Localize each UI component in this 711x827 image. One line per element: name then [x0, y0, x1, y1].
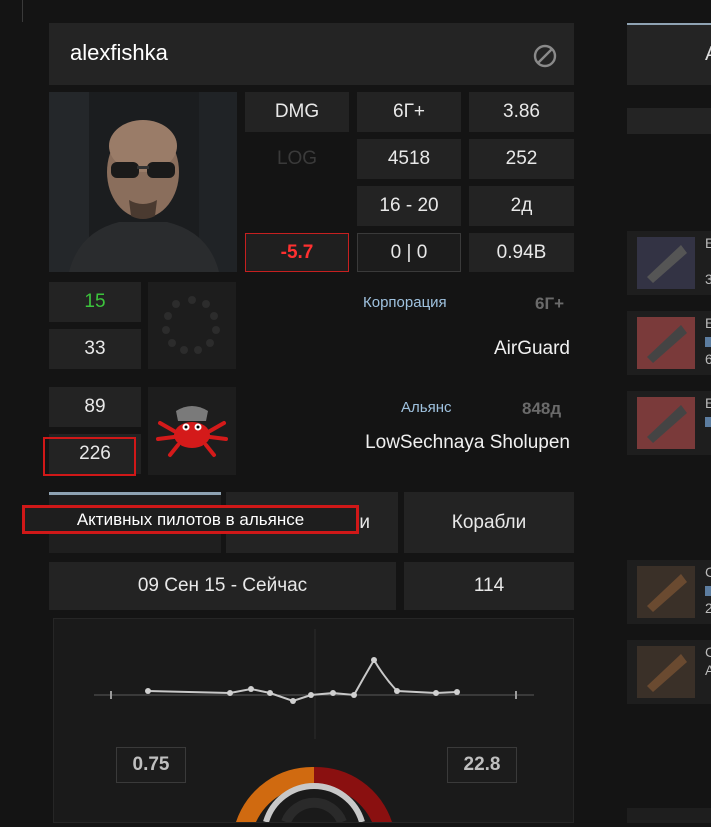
right-item-tag — [705, 417, 711, 427]
alliance-age: 848д — [522, 399, 562, 418]
right-panel-header[interactable]: А — [627, 23, 711, 85]
right-item-sub: А — [705, 662, 711, 678]
right-item-letter: С — [705, 564, 711, 580]
pilot-name[interactable]: alexfishka — [70, 40, 168, 66]
right-item-letter: Е — [705, 315, 711, 331]
corporation-age: 6Г+ — [535, 294, 565, 313]
right-list-item[interactable]: С А — [627, 640, 711, 704]
count-mid: 33 — [49, 329, 141, 369]
delta-value: -5.7 — [245, 233, 349, 272]
period-count: 114 — [404, 562, 574, 610]
corporation-label: Корпорация — [363, 294, 447, 311]
activity-line-chart — [94, 629, 534, 825]
duration-value: 2д — [469, 186, 574, 226]
right-item-tag — [705, 337, 711, 347]
right-list-item[interactable]: Е — [627, 391, 711, 455]
alliance-count-a: 89 — [49, 387, 141, 427]
ship-thumbnail — [637, 237, 695, 289]
period-range: 09 Сен 15 - Сейчас — [49, 562, 396, 610]
right-item-sub: 2 — [705, 600, 711, 616]
corporation-logo[interactable] — [148, 282, 236, 369]
corporation-name[interactable]: AirGuard — [494, 338, 570, 360]
ship-thumbnail — [637, 566, 695, 618]
ship-thumbnail — [637, 397, 695, 449]
log-count: 252 — [469, 139, 574, 179]
isk-value: 0.94B — [469, 233, 574, 272]
right-item-letter: Е — [705, 235, 711, 251]
right-item-letter: Е — [705, 395, 711, 411]
ship-thumbnail — [637, 317, 695, 369]
highlight-box — [43, 437, 136, 476]
right-item-sub: 3 — [705, 271, 711, 287]
right-list-item[interactable]: Е 3 — [627, 231, 711, 295]
pilot-portrait[interactable] — [49, 92, 237, 272]
dmg-ratio: 3.86 — [469, 92, 574, 132]
tab-active-indicator — [49, 492, 221, 495]
alliance-name[interactable]: LowSechnaya Sholupen — [365, 432, 570, 454]
ship-thumbnail — [637, 646, 695, 698]
dmg-label: DMG — [245, 92, 349, 132]
dmg-value: 6Г+ — [357, 92, 461, 132]
log-value: 4518 — [357, 139, 461, 179]
right-panel-bar — [627, 108, 711, 134]
graph-right-value: 22.8 — [447, 747, 517, 783]
count-top: 15 — [49, 282, 141, 322]
alliance-logo[interactable] — [148, 387, 236, 475]
kills-losses: 0 | 0 — [357, 233, 461, 272]
alliance-label: Альянс — [401, 399, 452, 416]
right-item-sub: 6 — [705, 351, 711, 367]
ban-icon[interactable] — [533, 44, 557, 68]
top-divider — [22, 0, 23, 22]
log-label: LOG — [276, 148, 318, 169]
right-item-tag — [705, 586, 711, 596]
active-pilots-tooltip: Активных пилотов в альянсе — [22, 505, 359, 534]
right-list-item[interactable]: Е 6 — [627, 311, 711, 375]
right-item-letter: С — [705, 644, 711, 660]
activity-graph: 0.75 22.8 — [53, 618, 574, 825]
tab-ships[interactable]: Корабли — [404, 492, 574, 553]
right-header-label: А — [705, 43, 711, 66]
range-value: 16 - 20 — [357, 186, 461, 226]
right-list-item-partial[interactable] — [627, 808, 711, 823]
graph-left-value: 0.75 — [116, 747, 186, 783]
right-list-item[interactable]: С 2 — [627, 560, 711, 624]
